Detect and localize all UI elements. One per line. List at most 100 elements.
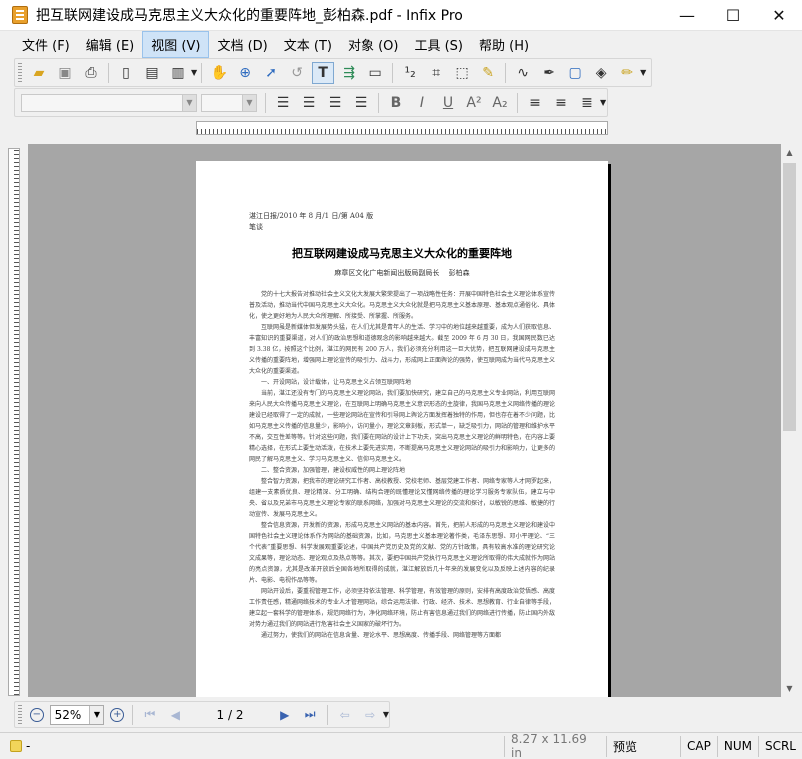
zoom-out-icon[interactable]: − [29, 707, 44, 722]
highlighter-icon[interactable]: ✎ [477, 62, 499, 84]
chevron-down-icon[interactable]: ▼ [182, 94, 196, 111]
toolbar-separator [392, 62, 394, 83]
subscript-icon[interactable]: A₂ [489, 92, 511, 114]
chevron-down-icon[interactable]: ▼ [89, 705, 104, 724]
header-source: 湛江日报/2010 年 8 月/1 日/第 A04 版 [249, 212, 374, 220]
menu-view[interactable]: 视图 (V) [142, 30, 210, 58]
paragraph: 网站开设后，要重视管理工作，必须坚持依法管理、科学管理，有效管理的原则，安排有高… [249, 588, 556, 628]
lock-icon [10, 740, 22, 752]
pencil-icon[interactable]: ✏ [616, 62, 638, 84]
font-size-select[interactable]: ▼ [201, 93, 257, 112]
maximize-button[interactable]: ☐ [710, 0, 756, 31]
next-page-icon[interactable]: ▶ [274, 704, 295, 726]
pdf-page[interactable]: 湛江日报/2010 年 8 月/1 日/第 A04 版 笔谈 把互联网建设成马克… [196, 161, 608, 697]
menu-help[interactable]: 帮助 (H) [471, 32, 537, 57]
paragraph: 整合智力资源，把我市的理论研究工作者、高校教授、党校老师、基层党建工作者、网络专… [249, 478, 556, 518]
zoom-select[interactable]: 52% ▼ [49, 704, 105, 725]
toolbar-grip[interactable] [18, 704, 22, 725]
caps-lock-status: CAP [680, 735, 717, 757]
chevron-down-icon[interactable]: ▼ [383, 710, 389, 719]
text-flow-icon[interactable]: ⇶ [338, 62, 360, 84]
curve-icon[interactable]: ∿ [512, 62, 534, 84]
page-indicator[interactable]: 1 / 2 [188, 708, 272, 722]
italic-icon[interactable]: I [411, 92, 433, 114]
scroll-thumb[interactable] [783, 163, 796, 431]
superscript-icon[interactable]: A² [463, 92, 485, 114]
toolbar-separator [201, 62, 203, 83]
document-body: 党的十七大报告对推动社会主义文化大发展大繁荣提出了一项战略性任务：开展中国特色社… [249, 289, 555, 641]
align-left-icon[interactable]: ☰ [272, 92, 294, 114]
menu-tools[interactable]: 工具 (S) [406, 32, 471, 57]
new-page-icon[interactable]: ▯ [115, 62, 137, 84]
open-icon[interactable]: ▰ [28, 62, 50, 84]
spellcheck-icon[interactable]: ¹₂ [399, 62, 421, 84]
toolbar-separator [517, 92, 518, 113]
paragraph: 一、开设网站，设计载体，让马克思主义占领互联网阵地 [261, 379, 412, 386]
text-tool-icon[interactable]: T [312, 61, 335, 84]
chevron-down-icon[interactable]: ▼ [242, 94, 256, 111]
toolbar-separator [505, 62, 507, 83]
eyedropper-icon[interactable]: ✒ [538, 62, 560, 84]
chevron-down-icon[interactable]: ▼ [600, 98, 606, 107]
minimize-button[interactable]: — [664, 0, 710, 31]
scroll-lock-status: SCRL [757, 735, 802, 757]
hand-icon[interactable]: ✋ [208, 62, 230, 84]
scanner-icon[interactable]: ▭ [364, 62, 386, 84]
page-properties-icon[interactable]: ▥ [167, 62, 189, 84]
toolbar-separator [132, 704, 134, 725]
align-center-icon[interactable]: ☰ [298, 92, 320, 114]
chevron-down-icon[interactable]: ▼ [191, 68, 197, 77]
select-box-icon[interactable]: ⬚ [451, 62, 473, 84]
status-bar: - 8.27 x 11.69 in 预览 CAP NUM SCRL [0, 732, 802, 759]
align-right-icon[interactable]: ☰ [324, 92, 346, 114]
rotate-icon[interactable]: ↺ [286, 62, 308, 84]
font-name-select[interactable]: ▼ [21, 93, 197, 112]
underline-icon[interactable]: U [437, 92, 459, 114]
vertical-scrollbar[interactable]: ▲ ▼ [781, 144, 798, 697]
toolbar-grip[interactable] [18, 62, 22, 83]
toolbar-separator [265, 92, 266, 113]
back-icon[interactable]: ⇦ [334, 704, 355, 726]
scroll-up-icon[interactable]: ▲ [781, 144, 798, 161]
main-toolbar: ▰ ▣ ⎙ ▯ ▤ ▥ ▼ ✋ ⊕ ➚ ↺ T ⇶ ▭ ¹₂ ⌗ ⬚ ✎ ∿ ✒… [14, 58, 652, 87]
zoom-in-icon[interactable]: + [110, 707, 125, 722]
scroll-down-icon[interactable]: ▼ [781, 680, 798, 697]
menu-file[interactable]: 文件 (F) [14, 32, 78, 57]
justify-icon[interactable]: ☰ [350, 92, 372, 114]
select-arrow-icon[interactable]: ➚ [260, 62, 282, 84]
close-button[interactable]: ✕ [756, 0, 802, 31]
format-toolbar: ▼ ▼ ☰ ☰ ☰ ☰ B I U A² A₂ ≡ ≡ ≣ ▼ [14, 88, 608, 117]
paragraph: 通过努力，使我们的网站在信息含量、理论水平、思想高度、传播手段、网络管理等方面都 [261, 632, 502, 639]
forward-icon[interactable]: ⇨ [359, 704, 380, 726]
rectangle-select-icon[interactable]: ▢ [564, 62, 586, 84]
fill-icon[interactable]: ◈ [590, 62, 612, 84]
menu-edit[interactable]: 编辑 (E) [78, 32, 143, 57]
page-size-status: 8.27 x 11.69 in [504, 732, 606, 759]
menu-document[interactable]: 文档 (D) [209, 32, 275, 57]
list-icon[interactable]: ≣ [576, 92, 598, 114]
print-icon[interactable]: ⎙ [80, 62, 102, 84]
crop-icon[interactable]: ⌗ [425, 62, 447, 84]
previous-page-icon[interactable]: ◀ [165, 704, 186, 726]
last-page-icon[interactable]: ⏭ [299, 704, 320, 726]
document-viewport[interactable]: 湛江日报/2010 年 8 月/1 日/第 A04 版 笔谈 把互联网建设成马克… [28, 144, 781, 697]
bold-icon[interactable]: B [385, 92, 407, 114]
paragraph-spacing-icon[interactable]: ≡ [550, 92, 572, 114]
paragraph: 整合信息资源，开发新的资源，形成马克思主义网站的基本内容。首先，把前人形成的马克… [249, 522, 556, 584]
save-icon[interactable]: ▣ [54, 62, 76, 84]
paragraph: 互联网虽是新媒体但发展势头猛，在人们尤其是青年人的生活、学习中的地位越来越重要，… [249, 324, 556, 375]
toolbar-separator [378, 92, 379, 113]
paragraph: 党的十七大报告对推动社会主义文化大发展大繁荣提出了一项战略性任务：开展中国特色社… [249, 291, 556, 320]
chevron-down-icon[interactable]: ▼ [640, 68, 646, 77]
navigation-toolbar: − 52% ▼ + ⏮ ◀ 1 / 2 ▶ ⏭ ⇦ ⇨ ▼ [14, 701, 390, 728]
page-header: 湛江日报/2010 年 8 月/1 日/第 A04 版 笔谈 [249, 211, 373, 233]
line-spacing-icon[interactable]: ≡ [524, 92, 546, 114]
toolbar-separator [108, 62, 109, 83]
document-title: 把互联网建设成马克思主义大众化的重要阵地 [292, 247, 512, 260]
page-icon[interactable]: ▤ [141, 62, 163, 84]
menu-object[interactable]: 对象 (O) [340, 32, 407, 57]
zoom-icon[interactable]: ⊕ [234, 62, 256, 84]
first-page-icon[interactable]: ⏮ [139, 704, 160, 726]
menu-text[interactable]: 文本 (T) [276, 32, 340, 57]
document-author: 麻章区文化广电新闻出版局副局长 彭柏森 [334, 269, 470, 277]
